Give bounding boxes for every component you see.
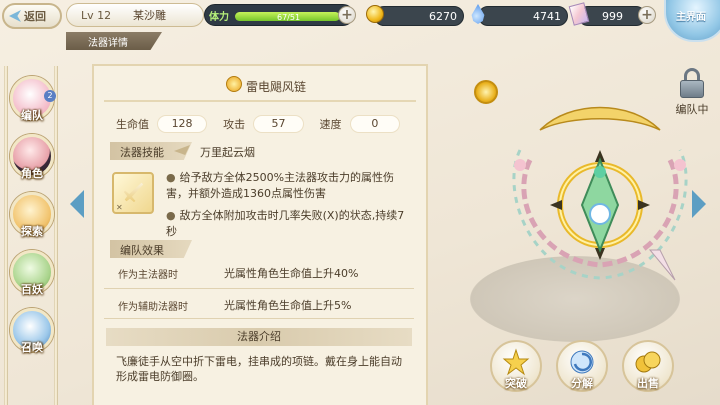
nav-label: 百妖 xyxy=(21,283,43,296)
section-tag: 编队效果 xyxy=(110,240,192,258)
intro-title: 法器介绍 xyxy=(237,330,281,343)
breakthrough-label: 突破 xyxy=(505,377,527,390)
main-artifact-label: 作为主法器时 xyxy=(118,270,178,281)
team-section-header: 编队效果 xyxy=(104,240,414,258)
top-bar: 返回 Lv 12 某沙雕 体力 67/51 + 6270 4741 999 + … xyxy=(0,0,720,42)
stats-row: 生命值 128 攻击 57 速度 0 xyxy=(116,114,416,134)
artifact-type-icon xyxy=(226,76,242,92)
subtab-label: 法器详情 xyxy=(88,37,128,49)
skill-effect-2: ● 敌方全体附加攻击时几率失败(X)的状态,持续7秒 xyxy=(166,209,405,238)
support-artifact-label: 作为辅助法器时 xyxy=(118,302,188,313)
skill-effect-1: ● 给予敌方全体2500%主法器攻击力的属性伤害，并额外造成1360点属性伤害 xyxy=(166,171,395,200)
stamina-label: 体力 xyxy=(209,12,229,23)
gold-counter: 6270 xyxy=(374,6,464,26)
sell-button[interactable]: 出售 xyxy=(622,340,674,392)
star-icon xyxy=(502,348,530,376)
skill-effect-text: 敌方全体附加攻击时几率失败(X)的状态,持续7秒 xyxy=(166,209,405,238)
swirl-orb-icon xyxy=(570,350,594,374)
section-tag: 法器技能 xyxy=(110,142,192,160)
nav-item-explore[interactable]: 探索 xyxy=(6,192,58,244)
stat-value-hp: 128 xyxy=(157,115,208,133)
gold-value: 6270 xyxy=(429,10,457,23)
row-divider xyxy=(104,318,414,319)
skill-section-header: 法器技能 万里起云烟 xyxy=(104,142,414,160)
decompose-label: 分解 xyxy=(571,377,593,390)
stamina-bar: 体力 67/51 xyxy=(204,4,354,26)
nav-item-team[interactable]: 2 编队 xyxy=(6,76,58,128)
nav-label: 角色 xyxy=(21,167,43,180)
skill-section-label: 法器技能 xyxy=(120,146,164,159)
player-info: Lv 12 某沙雕 xyxy=(66,3,204,27)
team-section-label: 编队效果 xyxy=(120,244,164,257)
coins-icon xyxy=(635,351,661,373)
nav-label: 探索 xyxy=(21,225,43,238)
detail-subtab: 法器详情 xyxy=(66,32,162,50)
skill-effect-text: 给予敌方全体2500%主法器攻击力的属性伤害，并额外造成1360点属性伤害 xyxy=(166,171,395,200)
skill-card-mark: ✕ xyxy=(116,203,123,212)
home-button[interactable]: 主界面 xyxy=(664,0,720,42)
artifact-detail-panel: 雷电飓风链 生命值 128 攻击 57 速度 0 法器技能 万里起云烟 ✕ ● 给… xyxy=(92,64,428,405)
stat-label-attack: 攻击 xyxy=(223,118,246,131)
back-label: 返回 xyxy=(24,10,46,23)
team-count-badge: 2 xyxy=(44,90,56,102)
back-button[interactable]: 返回 xyxy=(2,3,62,29)
player-level: Lv 12 xyxy=(81,8,112,22)
player-name: 某沙雕 xyxy=(133,9,166,22)
nav-item-character[interactable]: 角色 xyxy=(6,134,58,186)
artifact-name: 雷电飓风链 xyxy=(246,80,307,94)
main-artifact-effect: 光属性角色生命值上升40% xyxy=(224,267,359,280)
title-divider xyxy=(104,100,416,102)
stat-label-hp: 生命值 xyxy=(116,118,149,131)
feather-icon xyxy=(174,145,190,155)
skill-icon-card[interactable]: ✕ xyxy=(112,172,154,214)
artifact-illustration xyxy=(512,106,688,281)
row-divider xyxy=(104,288,414,289)
home-label: 主界面 xyxy=(676,12,706,23)
intro-header: 法器介绍 xyxy=(106,328,412,346)
left-nav: 2 编队 角色 探索 百妖 召唤 xyxy=(0,36,64,405)
nav-label: 召唤 xyxy=(21,341,43,354)
stat-label-speed: 速度 xyxy=(319,118,342,131)
artifact-title: 雷电飓风链 xyxy=(94,74,426,96)
stat-value-attack: 57 xyxy=(253,115,304,133)
artifact-grade-coin-icon xyxy=(474,80,498,104)
gem-counter: 4741 xyxy=(478,6,568,26)
support-artifact-effect: 光属性角色生命值上升5% xyxy=(224,299,352,312)
card-counter: 999 xyxy=(578,6,646,26)
sell-label: 出售 xyxy=(637,377,659,390)
previous-artifact-arrow-icon[interactable] xyxy=(70,190,84,218)
stat-value-speed: 0 xyxy=(349,115,400,133)
intro-text: 飞廉徒手从空中折下雷电，挂串成的项链。戴在身上能自动形成雷电防御圈。 xyxy=(116,355,402,383)
gem-value: 4741 xyxy=(533,10,561,23)
stamina-value: 67/51 xyxy=(277,13,301,22)
nav-item-monsters[interactable]: 百妖 xyxy=(6,250,58,302)
nav-item-summon[interactable]: 召唤 xyxy=(6,308,58,360)
nav-label: 编队 xyxy=(21,109,43,122)
skill-name: 万里起云烟 xyxy=(200,146,255,159)
breakthrough-button[interactable]: 突破 xyxy=(490,340,542,392)
decompose-button[interactable]: 分解 xyxy=(556,340,608,392)
card-value: 999 xyxy=(602,10,623,23)
back-arrow-icon xyxy=(9,10,21,22)
gold-coin-icon xyxy=(366,5,384,23)
add-stamina-button[interactable]: + xyxy=(338,6,356,24)
add-cards-button[interactable]: + xyxy=(638,6,656,24)
